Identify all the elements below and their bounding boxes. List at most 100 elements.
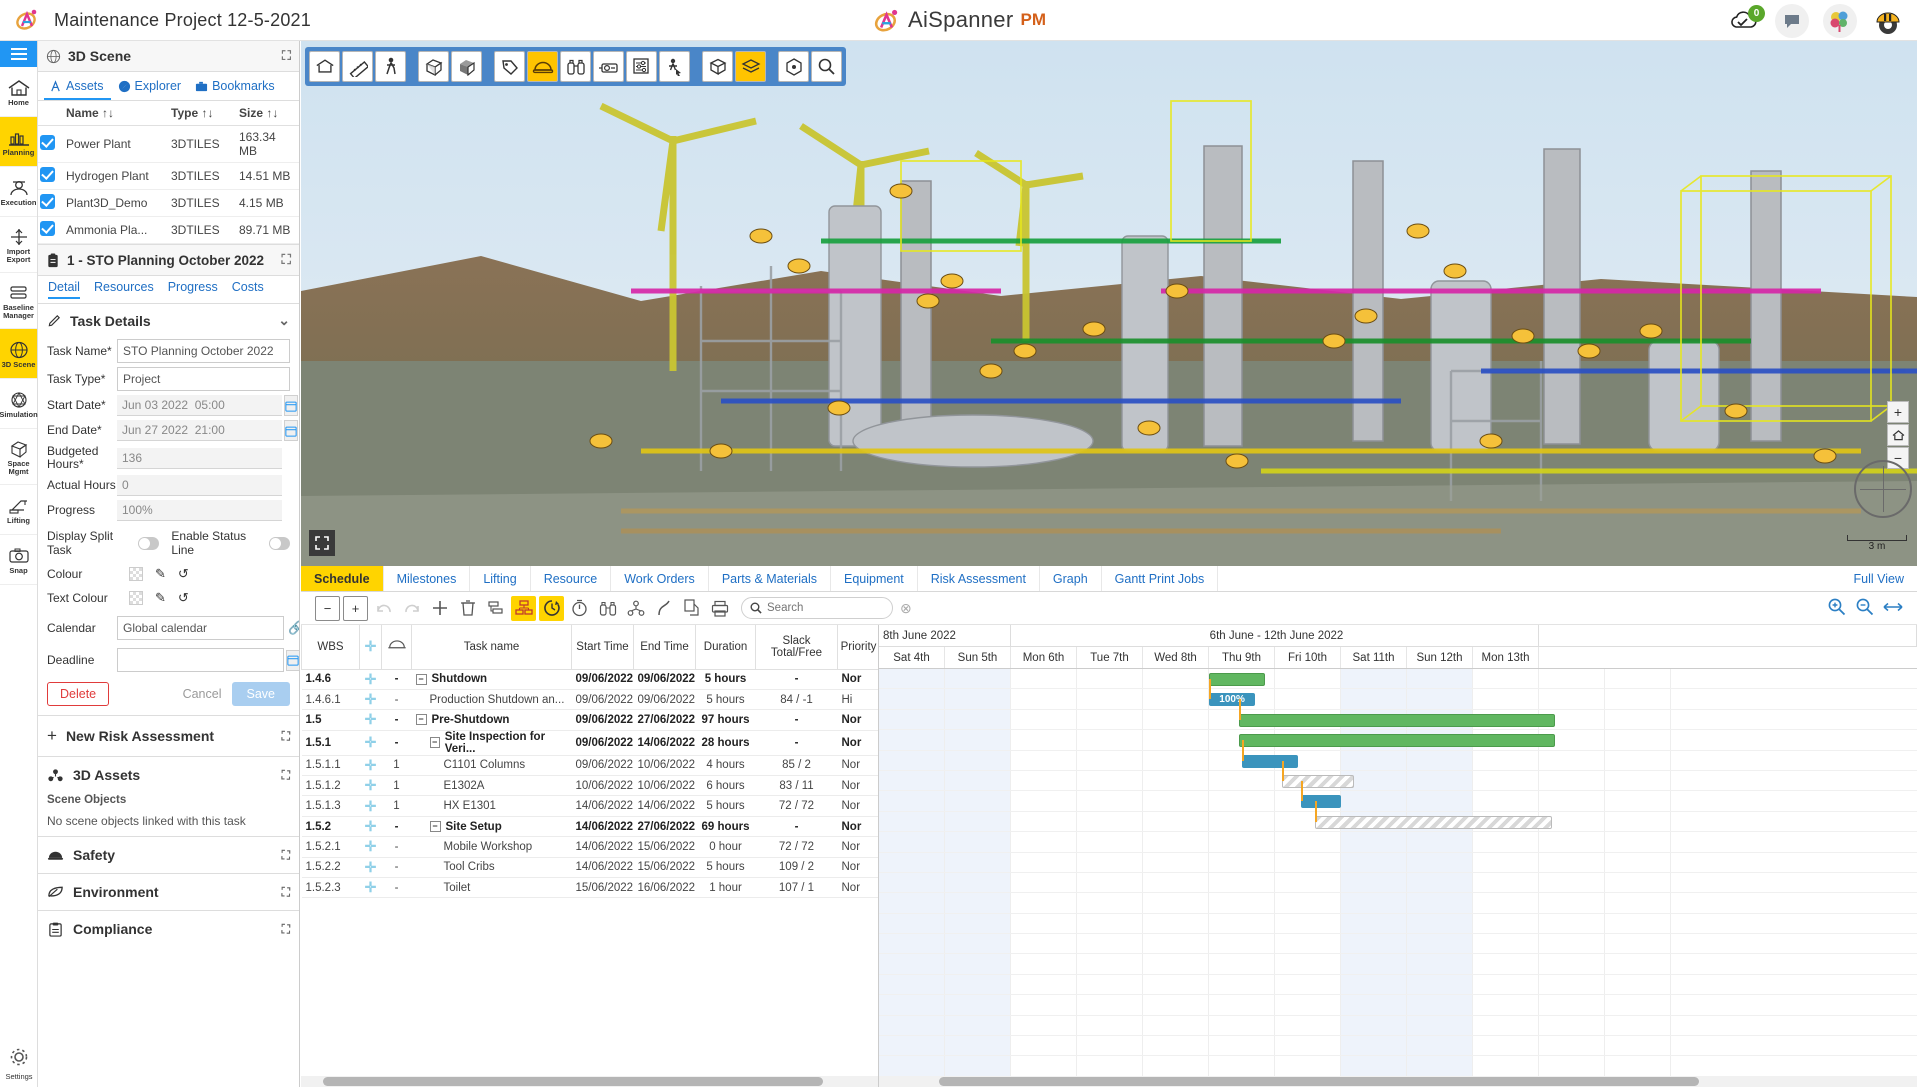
brain-icon[interactable]: [1823, 4, 1857, 38]
resource-link-icon[interactable]: [623, 596, 648, 621]
cell-add[interactable]: ✛: [360, 816, 382, 836]
start-date-input[interactable]: [117, 395, 282, 416]
table-row[interactable]: 1.5.1✛-−Site Inspection for Veri...09/06…: [302, 730, 880, 755]
zoom-in-icon[interactable]: [1827, 597, 1846, 619]
end-date-input[interactable]: [117, 420, 282, 441]
task-type-select[interactable]: [117, 367, 290, 391]
cell-add[interactable]: ✛: [360, 878, 382, 898]
home-icon[interactable]: [1887, 424, 1909, 446]
display-split-task-toggle[interactable]: [138, 537, 159, 550]
deadline-input[interactable]: [117, 648, 284, 672]
cell-add[interactable]: ✛: [360, 710, 382, 730]
fit-width-icon[interactable]: [1883, 599, 1903, 618]
tab-resource[interactable]: Resource: [531, 566, 612, 591]
binoculars-icon[interactable]: [595, 596, 620, 621]
collapse-toggle-icon[interactable]: −: [416, 714, 427, 725]
wbs-structure-icon[interactable]: [511, 596, 536, 621]
table-row[interactable]: 1.5✛-−Pre-Shutdown09/06/202227/06/202297…: [302, 710, 880, 730]
col-size[interactable]: Size ↑↓: [237, 101, 299, 126]
cube-view-icon[interactable]: [702, 51, 733, 82]
layers-icon[interactable]: [735, 51, 766, 82]
cell-add[interactable]: ✛: [360, 689, 382, 709]
save-button[interactable]: Save: [232, 682, 291, 706]
sidebar-item-3d-scene[interactable]: 3D Scene: [0, 329, 37, 379]
sidebar-item-space-mgmt[interactable]: Space Mgmt: [0, 429, 37, 485]
full-view-button[interactable]: Full View: [1841, 566, 1917, 591]
measure-ruler-icon[interactable]: [342, 51, 373, 82]
cell-add[interactable]: ✛: [360, 755, 382, 775]
sidebar-item-simulation[interactable]: Simulation: [0, 379, 37, 429]
menu-toggle-button[interactable]: [0, 41, 37, 67]
col-start-time[interactable]: Start Time: [572, 625, 634, 669]
cell-add[interactable]: ✛: [360, 837, 382, 857]
gantt-bar[interactable]: 100%: [1209, 693, 1255, 706]
cancel-button[interactable]: Cancel: [183, 687, 222, 701]
tab-costs[interactable]: Costs: [232, 280, 264, 299]
enable-status-line-toggle[interactable]: [269, 537, 290, 550]
gantt-bar[interactable]: [1315, 816, 1553, 829]
3d-viewport[interactable]: + − 3 m: [301, 41, 1917, 566]
row-checkbox[interactable]: [40, 221, 55, 236]
hardhat-gear-icon[interactable]: [1871, 4, 1905, 38]
accordion-new-risk-assessment[interactable]: + New Risk Assessment ⛶: [38, 715, 299, 756]
app-logo-icon[interactable]: [10, 6, 44, 35]
table-row[interactable]: 1.5.2.3✛-Toilet15/06/202216/06/20221 hou…: [302, 878, 880, 898]
collapse-toggle-icon[interactable]: −: [416, 674, 427, 685]
table-row[interactable]: 1.5.2✛-−Site Setup14/06/202227/06/202269…: [302, 816, 880, 836]
sidebar-item-planning[interactable]: Planning: [0, 117, 37, 167]
sidebar-item-import-export[interactable]: Import Export: [0, 217, 37, 273]
expand-icon[interactable]: ⛶: [282, 885, 290, 900]
colour-edit-pencil-icon[interactable]: ✎: [155, 566, 166, 582]
start-date-calendar-icon[interactable]: [284, 395, 298, 416]
gantt-bar[interactable]: [1239, 714, 1556, 727]
cell-add[interactable]: ✛: [360, 730, 382, 755]
delete-trash-icon[interactable]: [455, 596, 480, 621]
sidebar-item-home[interactable]: Home: [0, 67, 37, 117]
col-priority[interactable]: Priority: [838, 625, 880, 669]
table-row[interactable]: 1.5.1.1✛1C1101 Columns09/06/202210/06/20…: [302, 755, 880, 775]
cloud-check-icon[interactable]: 0: [1727, 4, 1761, 38]
collapse-toggle-icon[interactable]: −: [430, 821, 441, 832]
curve-icon[interactable]: [651, 596, 676, 621]
binoculars-icon[interactable]: [560, 51, 591, 82]
sidebar-item-baseline-manager[interactable]: Baseline Manager: [0, 273, 37, 329]
hardhat-icon[interactable]: [527, 51, 558, 82]
settings-sliders-icon[interactable]: [626, 51, 657, 82]
chat-icon[interactable]: [1775, 4, 1809, 38]
collapse-toggle-icon[interactable]: −: [430, 737, 440, 748]
compass-widget[interactable]: [1854, 460, 1912, 518]
tab-progress[interactable]: Progress: [168, 280, 218, 299]
tab-milestones[interactable]: Milestones: [384, 566, 471, 591]
table-hscrollbar[interactable]: [301, 1076, 879, 1087]
edit-pencil-icon[interactable]: [47, 313, 62, 328]
table-row[interactable]: 1.5.2.2✛-Tool Cribs14/06/202215/06/20225…: [302, 857, 880, 877]
tag-icon[interactable]: [494, 51, 525, 82]
walk-mode-icon[interactable]: [375, 51, 406, 82]
sidebar-item-execution[interactable]: Execution: [0, 167, 37, 217]
budgeted-hours-input[interactable]: [117, 448, 282, 469]
zoom-in-icon[interactable]: +: [1887, 401, 1909, 423]
redo-icon[interactable]: [399, 596, 424, 621]
table-row[interactable]: Plant3D_Demo3DTILES4.15 MB: [38, 190, 299, 217]
tab-work-orders[interactable]: Work Orders: [611, 566, 709, 591]
box-clip-icon[interactable]: [418, 51, 449, 82]
table-row[interactable]: 1.5.1.3✛1HX E130114/06/202214/06/20225 h…: [302, 796, 880, 816]
clear-x-icon[interactable]: ⊗: [900, 600, 912, 617]
accordion-3d-assets[interactable]: 3D Assets ⛶: [38, 756, 299, 793]
search-zoom-icon[interactable]: [811, 51, 842, 82]
gantt-bar[interactable]: [1239, 734, 1556, 747]
row-checkbox[interactable]: [40, 194, 55, 209]
text-colour-edit-pencil-icon[interactable]: ✎: [155, 590, 166, 606]
accordion-environment[interactable]: Environment ⛶: [38, 873, 299, 910]
transform-icon[interactable]: [778, 51, 809, 82]
tab-parts-materials[interactable]: Parts & Materials: [709, 566, 831, 591]
projector-icon[interactable]: [593, 51, 624, 82]
col-end-time[interactable]: End Time: [634, 625, 696, 669]
expand-scene-panel-icon[interactable]: ⛶: [282, 48, 291, 64]
expand-icon[interactable]: ⛶: [282, 848, 290, 863]
expand-icon[interactable]: ⛶: [282, 922, 290, 937]
table-row[interactable]: 1.4.6✛-−Shutdown09/06/202209/06/20225 ho…: [302, 669, 880, 689]
tab-gantt-print-jobs[interactable]: Gantt Print Jobs: [1102, 566, 1219, 591]
search-input-wrapper[interactable]: [741, 597, 893, 619]
zoom-out-icon[interactable]: [1855, 597, 1874, 619]
